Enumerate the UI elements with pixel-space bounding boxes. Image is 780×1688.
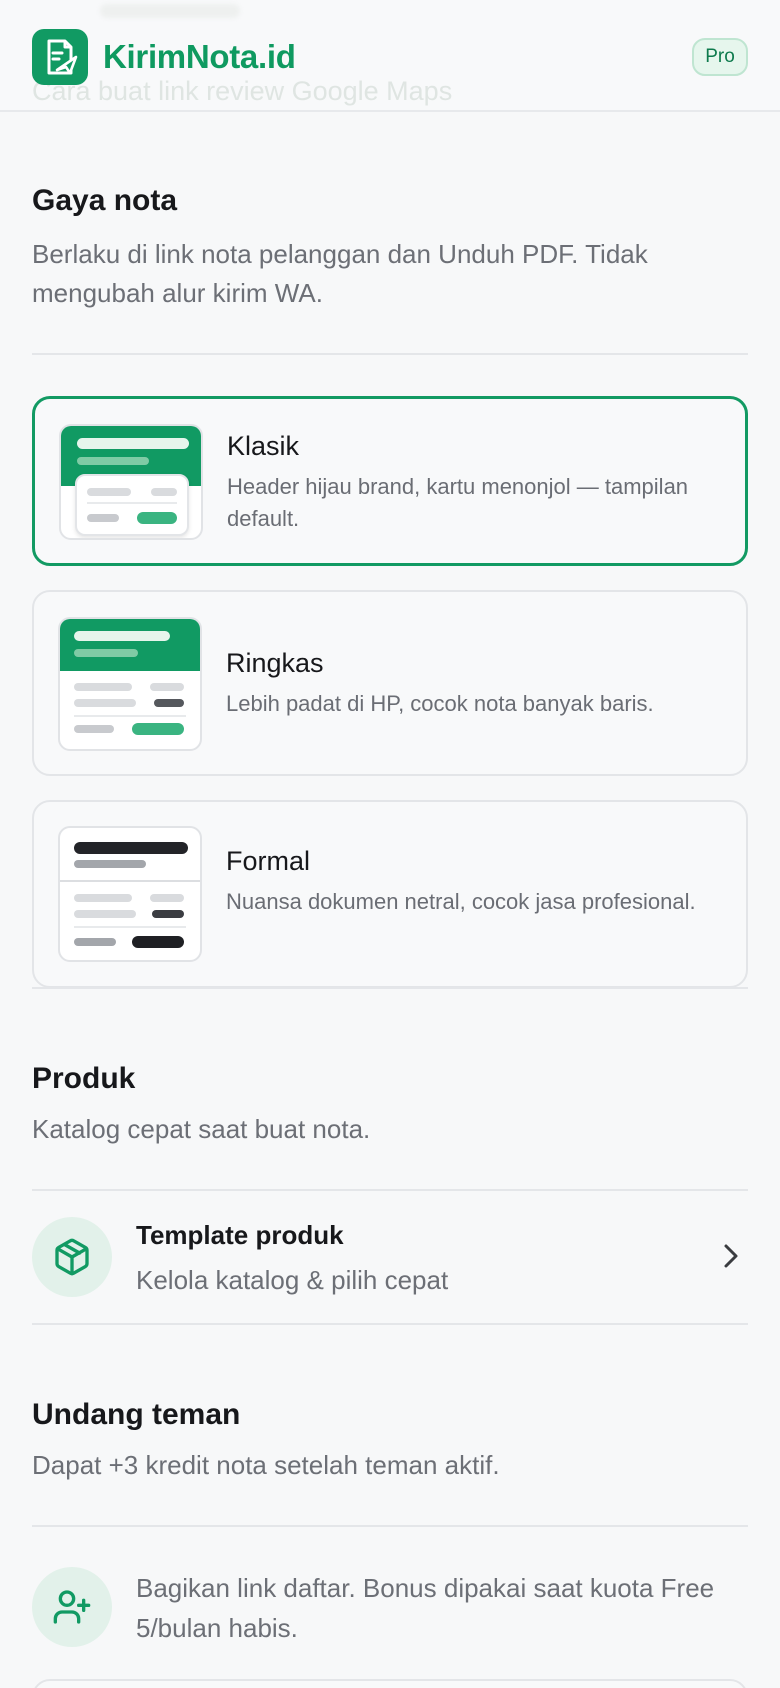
package-icon [32, 1217, 112, 1297]
style-option-formal[interactable]: Formal Nuansa dokumen netral, cocok jasa… [32, 800, 748, 988]
divider [32, 987, 748, 989]
style-option-klasik[interactable]: Klasik Header hijau brand, kartu menonjo… [32, 396, 748, 566]
klasik-description: Header hijau brand, kartu menonjol — tam… [227, 474, 689, 531]
ringkas-description: Lebih padat di HP, cocok nota banyak bar… [226, 691, 654, 716]
style-section-description: Berlaku di link nota pelanggan dan Unduh… [32, 239, 648, 308]
formal-preview-thumbnail [58, 826, 202, 962]
template-produk-subtitle: Kelola katalog & pilih cepat [136, 1265, 449, 1295]
template-produk-title: Template produk [136, 1220, 344, 1250]
user-plus-icon [32, 1567, 112, 1647]
chevron-right-icon [722, 1242, 740, 1275]
logo-icon [32, 29, 88, 85]
product-section-title: Produk [32, 1062, 136, 1095]
ringkas-name: Ringkas [226, 648, 324, 678]
ringkas-preview-thumbnail [58, 617, 202, 751]
product-section-description: Katalog cepat saat buat nota. [32, 1114, 371, 1144]
brand-name: KirimNota.id [103, 38, 296, 75]
invite-section-description: Dapat +3 kredit nota setelah teman aktif… [32, 1450, 500, 1480]
divider [32, 1323, 748, 1325]
invite-info-row: Bagikan link daftar. Bonus dipakai saat … [0, 1527, 780, 1667]
template-produk-row[interactable]: Template produk Kelola katalog & pilih c… [0, 1191, 780, 1325]
klasik-name: Klasik [227, 431, 300, 461]
divider [32, 353, 748, 355]
formal-name: Formal [226, 846, 311, 876]
brand[interactable]: KirimNota.id [32, 29, 296, 85]
scrolled-content-placeholder [100, 4, 240, 18]
app-header: Cara buat link review Google Maps KirimN… [0, 0, 780, 112]
formal-description: Nuansa dokumen netral, cocok jasa profes… [226, 889, 696, 914]
invite-info-text: Bagikan link daftar. Bonus dipakai saat … [136, 1573, 715, 1643]
invite-link-card[interactable] [32, 1679, 748, 1688]
klasik-preview-thumbnail [59, 424, 203, 540]
invite-section-title: Undang teman [32, 1398, 241, 1431]
pro-badge[interactable]: Pro [692, 38, 748, 76]
style-option-ringkas[interactable]: Ringkas Lebih padat di HP, cocok nota ba… [32, 590, 748, 776]
style-section-title: Gaya nota [32, 184, 178, 217]
